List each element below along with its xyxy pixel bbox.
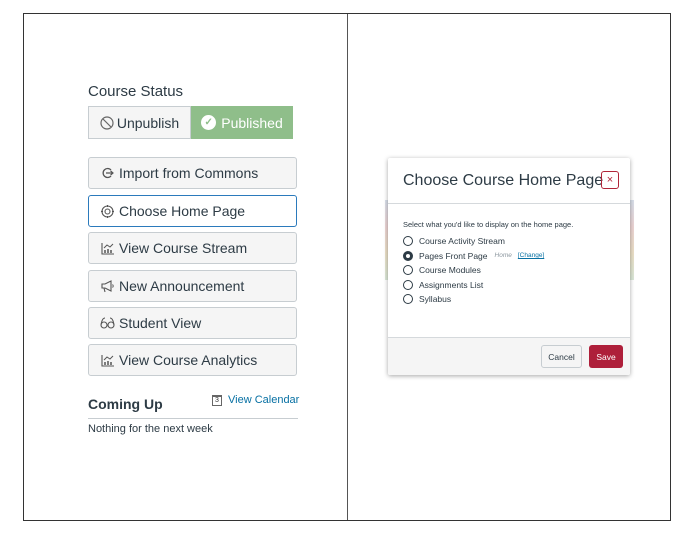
commons-icon bbox=[100, 167, 115, 179]
view-course-analytics-button[interactable]: View Course Analytics bbox=[88, 344, 297, 376]
megaphone-icon bbox=[100, 279, 115, 293]
option-label: Syllabus bbox=[419, 294, 452, 305]
save-button[interactable]: Save bbox=[589, 345, 623, 368]
dialog-footer: Cancel Save bbox=[388, 337, 630, 375]
backdrop-edge-right bbox=[630, 200, 634, 280]
choose-home-page-dialog: Choose Course Home Page × Select what yo… bbox=[388, 158, 630, 375]
glasses-icon bbox=[100, 317, 115, 329]
coming-up-empty-text: Nothing for the next week bbox=[88, 423, 213, 435]
dialog-title: Choose Course Home Page bbox=[403, 171, 604, 189]
unpublish-button[interactable]: Unpublish bbox=[88, 106, 191, 139]
option-label: Assignments List bbox=[419, 279, 484, 290]
action-label: View Course Stream bbox=[119, 240, 248, 256]
action-label: View Course Analytics bbox=[119, 352, 258, 368]
student-view-button[interactable]: Student View bbox=[88, 307, 297, 339]
option-course-modules[interactable]: Course Modules bbox=[403, 263, 615, 278]
published-label: Published bbox=[221, 114, 283, 131]
option-pages-front-page[interactable]: Pages Front Page Home [Change] bbox=[403, 249, 615, 264]
view-calendar-link[interactable]: 3 View Calendar bbox=[212, 394, 299, 406]
course-status-heading: Course Status bbox=[88, 83, 184, 100]
radio-button[interactable] bbox=[403, 236, 413, 247]
dialog-prompt: Select what you'd like to display on the… bbox=[403, 220, 574, 229]
view-calendar-label: View Calendar bbox=[228, 394, 300, 406]
action-label: Student View bbox=[119, 315, 202, 331]
choose-home-page-button[interactable]: Choose Home Page bbox=[88, 195, 297, 227]
option-label: Pages Front Page bbox=[419, 250, 488, 261]
check-circle-icon: ✓ bbox=[201, 115, 217, 130]
target-icon bbox=[100, 204, 115, 218]
option-assignments-list[interactable]: Assignments List bbox=[403, 278, 615, 293]
radio-button-checked[interactable] bbox=[403, 250, 413, 261]
import-from-commons-button[interactable]: Import from Commons bbox=[88, 157, 297, 189]
unpublish-label: Unpublish bbox=[116, 114, 180, 131]
close-button[interactable]: × bbox=[601, 171, 619, 189]
option-label: Course Activity Stream bbox=[419, 236, 505, 247]
radio-button[interactable] bbox=[403, 265, 413, 276]
dialog-body: Select what you'd like to display on the… bbox=[388, 204, 630, 307]
calendar-icon: 3 bbox=[212, 394, 222, 406]
publish-toggle-group: Unpublish ✓ Published bbox=[88, 106, 293, 139]
panel-divider bbox=[347, 14, 348, 520]
new-announcement-button[interactable]: New Announcement bbox=[88, 270, 297, 302]
radio-button[interactable] bbox=[403, 279, 413, 290]
radio-button[interactable] bbox=[403, 294, 413, 305]
action-label: Import from Commons bbox=[119, 165, 259, 181]
analytics-chart-icon bbox=[100, 354, 115, 367]
option-syllabus[interactable]: Syllabus bbox=[403, 292, 615, 307]
action-label: New Announcement bbox=[119, 278, 245, 294]
published-button[interactable]: ✓ Published bbox=[191, 106, 293, 139]
option-course-activity-stream[interactable]: Course Activity Stream bbox=[403, 234, 615, 249]
option-label: Course Modules bbox=[419, 265, 481, 276]
close-icon: × bbox=[606, 174, 614, 186]
action-label: Choose Home Page bbox=[119, 203, 246, 219]
cancel-button[interactable]: Cancel bbox=[541, 345, 582, 368]
stream-chart-icon bbox=[100, 242, 115, 255]
dialog-header: Choose Course Home Page × bbox=[388, 158, 630, 204]
view-course-stream-button[interactable]: View Course Stream bbox=[88, 232, 297, 264]
no-entry-icon bbox=[100, 115, 114, 130]
change-front-page-link[interactable]: [Change] bbox=[518, 252, 544, 259]
coming-up-divider bbox=[88, 418, 298, 419]
coming-up-heading: Coming Up bbox=[88, 396, 163, 412]
front-page-name: Home bbox=[494, 252, 512, 260]
